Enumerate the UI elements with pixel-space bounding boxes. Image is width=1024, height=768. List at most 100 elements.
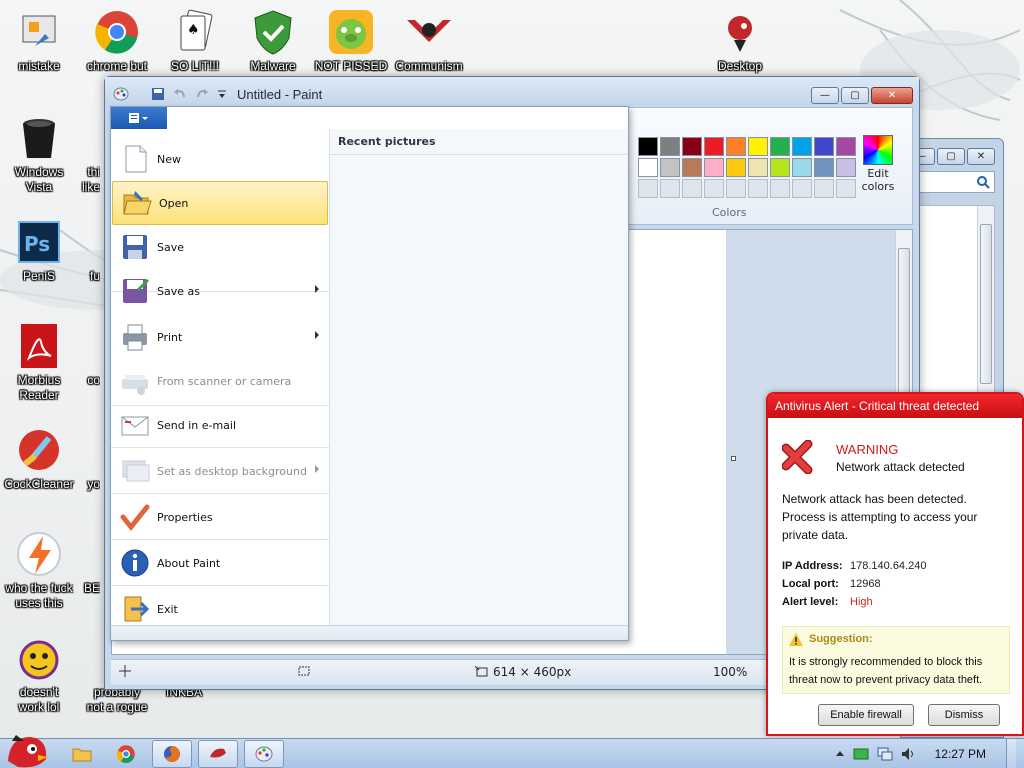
action-center-flag-icon[interactable] <box>853 748 869 760</box>
desktop-icon-yahoo[interactable]: doesn't work lol <box>0 634 78 716</box>
show-desktop-button[interactable] <box>1006 739 1016 768</box>
edit-colors-label-2: colors <box>861 180 895 193</box>
zoom-text: 100% <box>713 665 748 679</box>
bird-icon <box>728 16 752 52</box>
taskbar-firefox[interactable] <box>152 740 192 768</box>
search-box[interactable] <box>917 171 995 193</box>
palette-color-swatch[interactable] <box>638 179 658 198</box>
palette-color-swatch[interactable] <box>660 158 680 177</box>
menu-item-from-scanner-or-camera: From scanner or camera <box>111 359 329 403</box>
desktop-icon-not-pissed[interactable]: NOT PISSED <box>312 8 390 75</box>
palette-color-swatch[interactable] <box>704 179 724 198</box>
palette-color-swatch[interactable] <box>792 158 812 177</box>
palette-color-swatch[interactable] <box>792 179 812 198</box>
desktop-icon-partial-3[interactable]: co <box>56 322 100 389</box>
palette-color-swatch[interactable] <box>660 179 680 198</box>
close-button[interactable]: ✕ <box>967 148 995 165</box>
volume-icon[interactable] <box>901 747 917 761</box>
palette-color-swatch[interactable] <box>748 158 768 177</box>
shield-icon <box>254 10 292 55</box>
clock[interactable]: 12:27 PM <box>935 747 986 761</box>
start-button-bird-icon[interactable] <box>4 731 50 768</box>
palette-color-swatch[interactable] <box>682 137 702 156</box>
menu-item-properties[interactable]: Properties <box>111 495 329 539</box>
palette-color-swatch[interactable] <box>638 137 658 156</box>
palette-color-swatch[interactable] <box>726 158 746 177</box>
window-title: Untitled - Paint <box>237 87 323 102</box>
dismiss-button[interactable]: Dismiss <box>928 704 1000 726</box>
firefox-icon <box>164 746 180 762</box>
taskbar-explorer[interactable] <box>62 740 102 768</box>
desktop-icon-solitaire[interactable]: ♠ SO LIT!!! <box>156 8 234 75</box>
warning-heading: WARNING <box>836 442 899 457</box>
warning-triangle-icon <box>789 633 803 646</box>
minimize-button[interactable]: — <box>811 87 839 104</box>
redo-icon[interactable] <box>195 87 209 101</box>
suggestion-box: Suggestion: It is strongly recommended t… <box>782 626 1010 694</box>
palette-color-swatch[interactable] <box>814 137 834 156</box>
palette-color-swatch[interactable] <box>638 158 658 177</box>
desktop-icon-partial-2[interactable]: fu <box>56 218 100 285</box>
show-hidden-icons-icon[interactable] <box>835 749 845 759</box>
palette-color-swatch[interactable] <box>682 179 702 198</box>
menu-item-label: Send in e-mail <box>157 418 237 432</box>
desktop-icon-mistake[interactable]: mistake <box>0 8 78 75</box>
scrollbar-thumb[interactable] <box>898 248 910 398</box>
selection-icon <box>298 666 310 676</box>
desktop-icon-communism[interactable]: Communism <box>390 8 468 75</box>
printer-icon <box>123 324 147 351</box>
palette-color-swatch[interactable] <box>814 179 834 198</box>
menu-separator <box>111 493 329 494</box>
canvas-resize-handle[interactable] <box>731 456 736 461</box>
yahoo-messenger-icon <box>19 640 59 680</box>
taskbar-bird-app[interactable] <box>198 740 238 768</box>
title-bar[interactable] <box>105 77 919 105</box>
window-controls: — ▢ ✕ <box>811 87 913 104</box>
undo-icon[interactable] <box>173 87 187 101</box>
close-button[interactable]: ✕ <box>871 87 913 104</box>
palette-color-swatch[interactable] <box>814 158 834 177</box>
taskbar-chrome[interactable] <box>106 740 146 768</box>
menu-item-send-in-e-mail[interactable]: Send in e-mail <box>111 403 329 447</box>
palette-color-swatch[interactable] <box>770 137 790 156</box>
checkmark-icon <box>120 504 150 532</box>
desktop-icon-partial-1[interactable]: thi like <box>56 114 100 196</box>
palette-color-swatch[interactable] <box>726 179 746 198</box>
taskbar-paint[interactable] <box>244 740 284 768</box>
palette-color-swatch[interactable] <box>704 137 724 156</box>
edit-colors-button[interactable]: Edit colors <box>850 135 906 193</box>
desktop-icon-partial-5[interactable]: BE <box>56 530 100 597</box>
desktop-icon-malware[interactable]: Malware <box>234 8 312 75</box>
palette-color-swatch[interactable] <box>660 137 680 156</box>
palette-color-swatch[interactable] <box>748 179 768 198</box>
file-menu-button[interactable] <box>111 107 167 129</box>
enable-firewall-button[interactable]: Enable firewall <box>818 704 914 726</box>
menu-item-new[interactable]: New <box>111 137 329 181</box>
network-icon[interactable] <box>877 747 893 761</box>
palette-color-swatch[interactable] <box>748 137 768 156</box>
palette-color-swatch[interactable] <box>792 137 812 156</box>
palette-color-swatch[interactable] <box>682 158 702 177</box>
zoom-level[interactable]: 100% <box>713 665 747 679</box>
palette-color-swatch[interactable] <box>770 158 790 177</box>
palette-color-swatch[interactable] <box>770 179 790 198</box>
palette-color-swatch[interactable] <box>704 158 724 177</box>
image-size-text: 614 × 460px <box>493 665 572 679</box>
maximize-button[interactable]: ▢ <box>841 87 869 104</box>
menu-item-save[interactable]: Save <box>111 225 329 269</box>
desktop-icon-partial-4[interactable]: yo <box>56 426 100 493</box>
menu-item-print[interactable]: Print <box>111 315 329 359</box>
search-icon <box>977 176 990 189</box>
menu-item-about-paint[interactable]: About Paint <box>111 541 329 585</box>
quick-access-toolbar <box>113 87 227 101</box>
menu-item-open[interactable]: Open <box>112 181 328 225</box>
scrollbar-thumb[interactable] <box>980 224 992 384</box>
desktop-icon-desktop[interactable]: Desktop <box>701 8 779 75</box>
save-icon[interactable] <box>151 87 165 101</box>
menu-icon <box>129 113 148 123</box>
antivirus-alert[interactable]: Antivirus Alert - Critical threat detect… <box>766 392 1024 736</box>
maximize-button[interactable]: ▢ <box>937 148 965 165</box>
menu-item-save-as[interactable]: Save as <box>111 269 329 313</box>
palette-color-swatch[interactable] <box>726 137 746 156</box>
customize-toolbar-icon[interactable] <box>217 87 227 101</box>
